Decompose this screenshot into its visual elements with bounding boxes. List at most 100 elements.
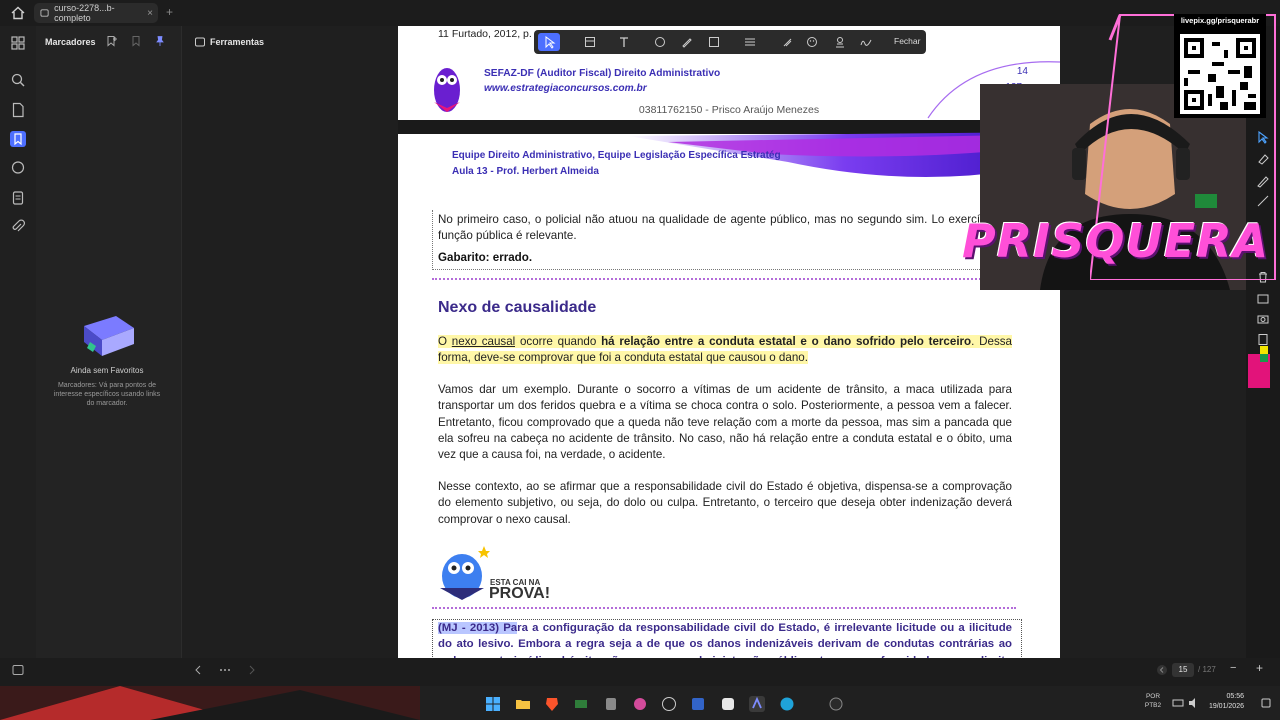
insert-tool-icon[interactable] — [744, 36, 756, 48]
new-tab-button[interactable]: + — [166, 5, 173, 19]
pdf-page: 11 Furtado, 2012, p. SEFAZ-DF (Auditor F… — [398, 26, 1060, 686]
section-title: Nexo de causalidade — [438, 299, 597, 316]
clock-date: 19/01/2026 — [1208, 703, 1244, 710]
pin-icon[interactable] — [154, 35, 166, 47]
qr-code-icon — [1180, 34, 1260, 114]
page-back-icon[interactable] — [1156, 664, 1168, 676]
pdf-viewer-icon[interactable] — [749, 696, 765, 712]
cursor-icon — [545, 36, 556, 49]
taskbar-wallpaper-peek — [0, 686, 420, 720]
bookmark-icon[interactable] — [10, 131, 26, 147]
bookmark-outline-icon[interactable] — [130, 35, 142, 47]
app-icon-2[interactable] — [603, 696, 619, 712]
comment-tool-icon[interactable] — [654, 36, 666, 48]
attachment-icon[interactable] — [10, 219, 26, 235]
qr-label: livepix.gg/prisquerabr — [1180, 16, 1260, 25]
obs-icon[interactable] — [661, 696, 677, 712]
answer-paragraph: No primeiro caso, o policial não atuou n… — [438, 213, 1012, 243]
green-swatch[interactable] — [1260, 354, 1268, 362]
tools-icon[interactable] — [194, 36, 206, 48]
zoom-out-button[interactable]: − — [1230, 662, 1236, 674]
nexo-causal-term: nexo causal — [451, 335, 516, 348]
page-number-input[interactable]: 15 — [1172, 663, 1194, 677]
app-icon-1[interactable] — [573, 696, 589, 712]
team-line-1: Equipe Direito Administrativo, Equipe Le… — [452, 150, 781, 161]
p2-bold: há relação entre a conduta estatal e o d… — [601, 335, 972, 348]
chevron-right-icon[interactable] — [246, 664, 258, 676]
annotation-toolbar: Fechar — [534, 30, 926, 54]
app-icon-5[interactable] — [720, 696, 736, 712]
section-divider — [432, 278, 1016, 280]
example-paragraph: Vamos dar um exemplo. Durante o socorro … — [438, 383, 1012, 462]
notifications-icon[interactable] — [1260, 697, 1272, 709]
more-icon[interactable] — [218, 664, 232, 676]
nexo-paragraph: O nexo causal ocorre quando há relação e… — [438, 334, 1013, 367]
layers-icon[interactable] — [10, 190, 26, 206]
signature-tool-icon[interactable] — [860, 36, 872, 48]
add-bookmark-icon[interactable] — [106, 35, 118, 47]
zoom-in-button[interactable]: + — [1256, 661, 1263, 675]
page-total: / 127 — [1198, 665, 1216, 674]
streamer-name-logo: PRISQUERA — [962, 214, 1270, 268]
gabarito: Gabarito: errado. — [438, 251, 533, 264]
app-icon-3[interactable] — [632, 696, 648, 712]
owl-mascot-icon — [440, 546, 490, 600]
panel-toggle-icon[interactable] — [12, 664, 24, 676]
grid-icon[interactable] — [10, 35, 26, 51]
clock-time: 05:56 — [1226, 693, 1244, 700]
browser-top-bar — [0, 0, 1280, 26]
close-annotation-button[interactable]: Fechar — [894, 36, 920, 46]
header-owner: 03811762150 - Prisco Araújo Menezes — [638, 104, 820, 116]
network-icon[interactable] — [1172, 697, 1184, 709]
page-icon[interactable] — [10, 102, 26, 118]
chevron-left-icon[interactable] — [192, 664, 204, 676]
app-icon-6[interactable] — [828, 696, 844, 712]
sticker-tool-icon[interactable] — [806, 36, 818, 48]
frame-icon[interactable] — [584, 36, 596, 48]
tab-close-button[interactable]: × — [147, 8, 153, 19]
pdf-icon — [40, 9, 49, 17]
stamp-tool-icon[interactable] — [834, 36, 846, 48]
comment-icon[interactable] — [10, 160, 26, 176]
clipboard-icon[interactable] — [1256, 332, 1270, 346]
header-site-link[interactable]: www.estrategiaconcursos.com.br — [484, 83, 647, 94]
tools-panel — [182, 26, 398, 686]
p2-middle: ocorre quando — [515, 335, 602, 348]
shape-tool-icon[interactable] — [708, 36, 720, 48]
board-icon[interactable] — [1256, 292, 1270, 306]
question-text-part: ra — [517, 622, 528, 634]
language-line-2: PTB2 — [1144, 702, 1162, 709]
language-indicator[interactable]: POR PTB2 — [1138, 692, 1168, 710]
book-illustration-icon — [84, 316, 134, 356]
home-icon[interactable] — [10, 5, 26, 21]
app-icon-4[interactable] — [690, 696, 706, 712]
highlight-tool-icon[interactable] — [781, 36, 793, 48]
sidebar-title: Marcadores — [45, 37, 96, 47]
yellow-swatch[interactable] — [1260, 346, 1268, 354]
qr-code-panel — [1174, 14, 1266, 118]
browser-tab[interactable]: curso-2278...b-completo × — [34, 3, 158, 23]
selected-text[interactable]: (MJ - 2013) Pa — [438, 622, 518, 634]
edge-icon[interactable] — [779, 696, 795, 712]
windows-start-icon[interactable] — [485, 696, 501, 712]
header-course: SEFAZ-DF (Auditor Fiscal) Direito Admini… — [484, 68, 721, 79]
language-line-1: POR — [1145, 693, 1161, 700]
select-tool-button[interactable] — [538, 33, 560, 51]
team-line-2: Aula 13 - Prof. Herbert Almeida — [452, 166, 599, 177]
taskbar-clock[interactable]: 05:56 19/01/2026 — [1198, 692, 1244, 712]
badge-big-text: PROVA! — [489, 585, 551, 602]
tools-label[interactable]: Ferramentas — [210, 37, 264, 47]
draw-tool-icon[interactable] — [681, 36, 693, 48]
search-icon[interactable] — [10, 72, 26, 88]
p2-prefix: O — [438, 335, 452, 348]
footnote: 11 Furtado, 2012, p. — [438, 28, 532, 40]
camera-icon[interactable] — [1256, 312, 1270, 326]
tab-title: curso-2278...b-completo — [54, 3, 115, 23]
text-tool-icon[interactable] — [618, 36, 630, 48]
brave-browser-icon[interactable] — [544, 696, 560, 712]
left-icon-rail — [0, 26, 36, 686]
context-paragraph: Nesse contexto, ao se afirmar que a resp… — [438, 480, 1012, 526]
empty-bookmarks-title: Ainda sem Favoritos — [70, 366, 144, 375]
file-explorer-icon[interactable] — [515, 696, 531, 712]
empty-bookmarks-description: Marcadores: Vá para pontos de interesse … — [53, 382, 161, 407]
